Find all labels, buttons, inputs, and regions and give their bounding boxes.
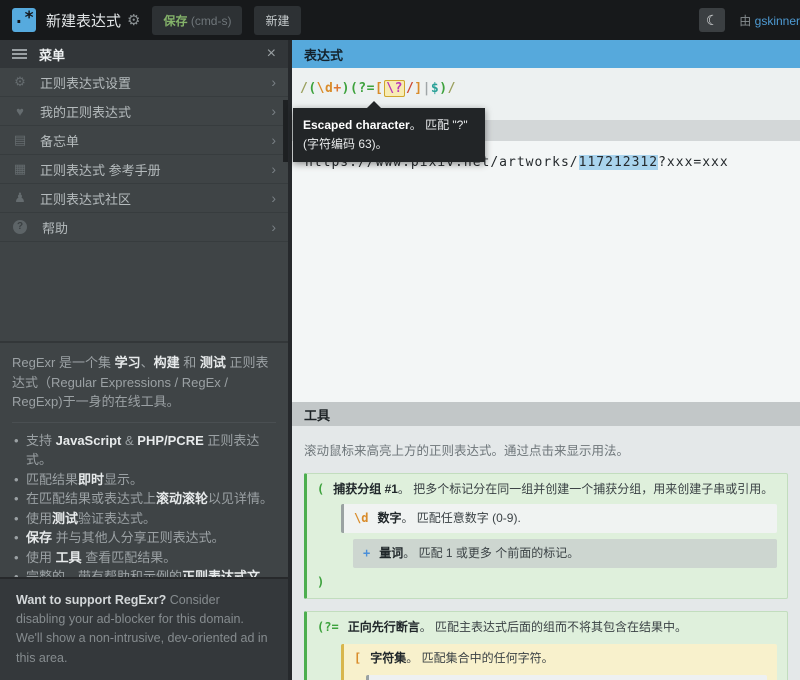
- save-shortcut: (cmd-s): [187, 14, 231, 28]
- sidebar-item-settings[interactable]: ⚙ 正则表达式设置 ›: [0, 68, 288, 97]
- list-item: 使用 工具 查看匹配结果。: [12, 548, 276, 568]
- tooltip-arrow: [367, 101, 381, 108]
- cheatsheet-icon: ▤: [11, 132, 29, 148]
- community-icon: ♟: [11, 190, 29, 206]
- byline: 由 gskinner: [739, 12, 800, 29]
- sidebar-item-reference[interactable]: ▦ 正则表达式 参考手册 ›: [0, 155, 288, 184]
- new-button[interactable]: 新建: [254, 6, 300, 35]
- tooltip-text: Escaped character。 匹配 "?" (字符编码 63)。: [303, 118, 468, 151]
- token-lookahead-open: (?=: [317, 620, 339, 634]
- token-group-open: (: [317, 482, 324, 496]
- explain-row-charset[interactable]: [字符集。 匹配集合中的任何字符。 \?Escaped character。 匹…: [341, 644, 777, 680]
- heart-icon: ♥: [11, 104, 29, 119]
- regexr-logo: .*: [12, 8, 36, 32]
- sidebar-item-help[interactable]: ? 帮助 ›: [0, 213, 288, 242]
- menu-header: 菜单 ×: [0, 40, 288, 68]
- text-after-match: ?xxx=xxx: [658, 155, 729, 170]
- pattern-settings-gear-icon[interactable]: ⚙: [127, 11, 140, 29]
- list-item: 匹配结果即时显示。: [12, 470, 276, 490]
- explain-panel: 滚动鼠标来高亮上方的正则表达式。通过点击来显示用法。 (捕获分组 #1。 把多个…: [292, 426, 800, 680]
- explain-group-1[interactable]: (捕获分组 #1。 把多个标记分在同一组并创建一个捕获分组，用来创建子串或引用。…: [304, 473, 788, 599]
- sidebar: 菜单 × ⚙ 正则表达式设置 › ♥ 我的正则表达式 › ▤ 备忘单 › ▦ 正…: [0, 40, 288, 680]
- chevron-right-icon: ›: [271, 219, 276, 235]
- explain-row-quantifier[interactable]: +量词。 匹配 1 或更多 个前面的标记。: [353, 539, 777, 568]
- ad-blocker-notice: Want to support RegExr? Consider disabli…: [0, 577, 288, 680]
- reference-icon: ▦: [11, 161, 29, 177]
- list-item: 保存 并与其他人分享正则表达式。: [12, 528, 276, 548]
- sidebar-item-my-patterns[interactable]: ♥ 我的正则表达式 ›: [0, 97, 288, 126]
- token-group-close: ): [317, 575, 324, 589]
- sidebar-item-community[interactable]: ♟ 正则表达式社区 ›: [0, 184, 288, 213]
- sidebar-spacer: [0, 242, 288, 341]
- test-text-editor[interactable]: https://www.pixiv.net/artworks/117212312…: [292, 141, 800, 402]
- expression-section-header: 表达式: [292, 40, 800, 68]
- expression-header-label: 表达式: [304, 45, 343, 64]
- chevron-right-icon: ›: [271, 103, 276, 119]
- token-tooltip: Escaped character。 匹配 "?" (字符编码 63)。: [293, 108, 485, 162]
- chevron-right-icon: ›: [271, 132, 276, 148]
- match-highlight: 117212312: [579, 155, 658, 170]
- sidebar-item-cheatsheet[interactable]: ▤ 备忘单 ›: [0, 126, 288, 155]
- explain-row-group-close[interactable]: ): [317, 574, 777, 591]
- close-icon[interactable]: ×: [267, 45, 276, 63]
- gear-icon: ⚙: [11, 74, 29, 90]
- chevron-right-icon: ›: [271, 74, 276, 90]
- list-item: 支持 JavaScript & PHP/PCRE 正则表达式。: [12, 431, 276, 470]
- explain-row-group-open[interactable]: (捕获分组 #1。 把多个标记分在同一组并创建一个捕获分组，用来创建子串或引用。: [317, 481, 777, 498]
- expression-value[interactable]: /(\d+)(?=[\?/]|$)/: [300, 81, 456, 96]
- tools-header-label: 工具: [304, 405, 330, 424]
- help-icon: ?: [13, 220, 27, 234]
- save-button[interactable]: 保存 (cmd-s): [152, 6, 242, 35]
- explain-hint: 滚动鼠标来高亮上方的正则表达式。通过点击来显示用法。: [304, 440, 788, 459]
- explain-group-2[interactable]: (?=正向先行断言。 匹配主表达式后面的组而不将其包含在结果中。 [字符集。 匹…: [304, 611, 788, 680]
- save-label: 保存: [163, 14, 187, 28]
- top-bar: .* 新建表达式 ⚙ 保存 (cmd-s) 新建 ☾ 由 gskinner: [0, 0, 800, 40]
- menu-title: 菜单: [39, 45, 267, 64]
- pattern-title[interactable]: 新建表达式: [46, 10, 121, 31]
- menu-list-icon: [12, 47, 27, 61]
- token-charset-open: [: [354, 651, 361, 665]
- app-description: RegExr 是一个集 学习、构建 和 测试 正则表达式（Regular Exp…: [0, 341, 288, 420]
- chevron-right-icon: ›: [271, 190, 276, 206]
- token-digit: \d: [354, 511, 368, 525]
- dark-mode-toggle[interactable]: ☾: [699, 8, 725, 32]
- tools-section-header: 工具: [292, 402, 800, 426]
- token-plus: +: [363, 546, 370, 560]
- explain-row-escaped-char[interactable]: \?Escaped character。 匹配 "?" (字符编码 63)。: [366, 675, 767, 680]
- chevron-right-icon: ›: [271, 161, 276, 177]
- list-item: 在匹配结果或表达式上滚动滚轮以见详情。: [12, 489, 276, 509]
- explain-row-digit[interactable]: \d数字。 匹配任意数字 (0-9).: [341, 504, 777, 533]
- explain-row-lookahead[interactable]: (?=正向先行断言。 匹配主表达式后面的组而不将其包含在结果中。: [317, 619, 777, 636]
- moon-icon: ☾: [706, 12, 719, 28]
- list-item: 使用测试验证表达式。: [12, 509, 276, 529]
- gskinner-link[interactable]: gskinner: [755, 14, 800, 28]
